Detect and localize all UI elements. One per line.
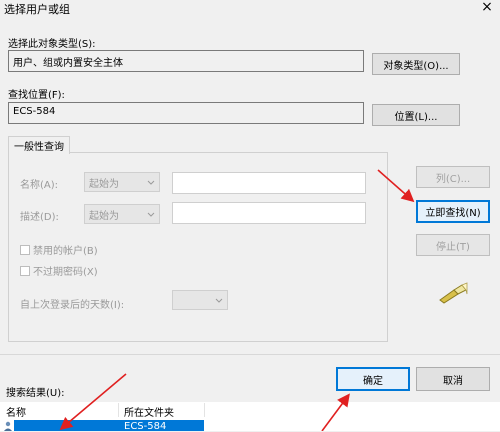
- find-now-button[interactable]: 立即查找(N): [416, 200, 490, 223]
- user-icon: [4, 421, 12, 431]
- result-folder: ECS-584: [124, 421, 167, 432]
- checkbox-box: [20, 244, 30, 255]
- location-field: ECS-584: [8, 102, 364, 124]
- description-input[interactable]: [172, 202, 366, 224]
- object-types-button[interactable]: 对象类型(O)...: [372, 53, 460, 75]
- locations-button[interactable]: 位置(L)...: [372, 104, 460, 126]
- search-results-label: 搜索结果(U):: [6, 388, 65, 399]
- name-mode-select[interactable]: 起始为: [84, 172, 160, 192]
- table-row[interactable]: [14, 420, 204, 431]
- chevron-down-icon: [147, 180, 155, 185]
- close-icon[interactable]: ×: [480, 0, 494, 14]
- columns-button[interactable]: 列(C)...: [416, 166, 490, 188]
- divider: [0, 354, 500, 355]
- non-expiring-password-label: 不过期密码(X): [33, 267, 98, 278]
- dialog-title: 选择用户或组: [4, 3, 70, 16]
- flashlight-search-icon: [439, 282, 468, 304]
- disabled-accounts-label: 禁用的帐户(B): [33, 246, 98, 257]
- description-label: 描述(D):: [20, 212, 59, 223]
- name-label: 名称(A):: [20, 180, 59, 191]
- ok-button[interactable]: 确定: [336, 367, 410, 391]
- checkbox-box: [20, 265, 30, 276]
- chevron-down-icon: [215, 298, 223, 303]
- column-divider[interactable]: [204, 403, 205, 417]
- name-input[interactable]: [172, 172, 366, 194]
- column-header-folder[interactable]: 所在文件夹: [124, 404, 174, 419]
- stop-button[interactable]: 停止(T): [416, 234, 490, 256]
- disabled-accounts-checkbox[interactable]: 禁用的帐户(B): [20, 242, 98, 257]
- name-mode-value: 起始为: [89, 178, 119, 190]
- column-header-name[interactable]: 名称: [6, 404, 26, 419]
- days-since-login-select[interactable]: [172, 290, 228, 310]
- tab-common-queries[interactable]: 一般性查询: [8, 136, 70, 154]
- description-mode-select[interactable]: 起始为: [84, 204, 160, 224]
- column-divider[interactable]: [118, 403, 119, 417]
- location-label: 查找位置(F):: [8, 90, 65, 101]
- description-mode-value: 起始为: [89, 210, 119, 222]
- days-since-login-label: 自上次登录后的天数(I):: [20, 300, 125, 311]
- object-type-label: 选择此对象类型(S):: [8, 39, 96, 50]
- cancel-button[interactable]: 取消: [416, 367, 490, 391]
- non-expiring-password-checkbox[interactable]: 不过期密码(X): [20, 263, 98, 278]
- object-type-field: 用户、组或内置安全主体: [8, 50, 364, 72]
- chevron-down-icon: [147, 212, 155, 217]
